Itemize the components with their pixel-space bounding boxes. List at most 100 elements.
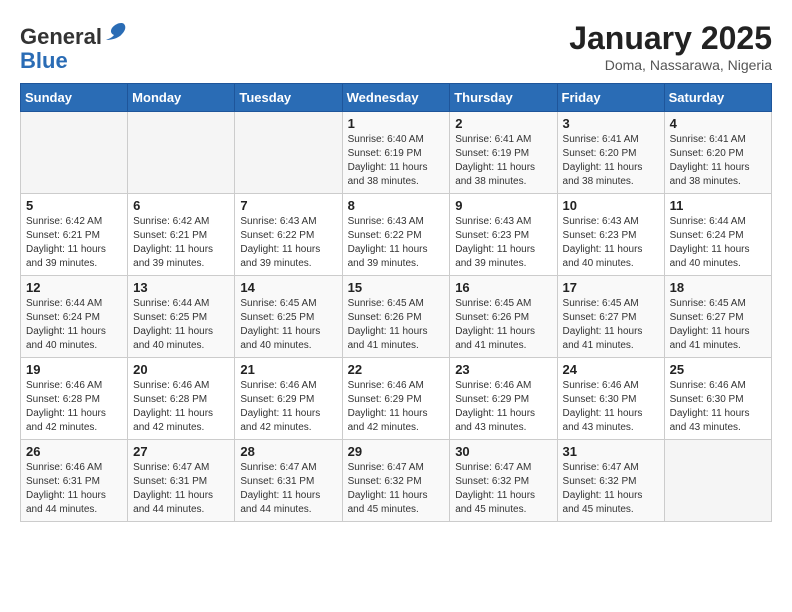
- calendar-cell: 18 Sunrise: 6:45 AMSunset: 6:27 PMDaylig…: [664, 276, 771, 358]
- title-block: January 2025 Doma, Nassarawa, Nigeria: [569, 20, 772, 73]
- day-number: 13: [133, 280, 229, 295]
- day-number: 30: [455, 444, 551, 459]
- location: Doma, Nassarawa, Nigeria: [569, 57, 772, 73]
- day-info: Sunrise: 6:46 AMSunset: 6:28 PMDaylight:…: [133, 380, 213, 433]
- day-number: 27: [133, 444, 229, 459]
- week-row-3: 12 Sunrise: 6:44 AMSunset: 6:24 PMDaylig…: [21, 276, 772, 358]
- calendar-cell: 1 Sunrise: 6:40 AMSunset: 6:19 PMDayligh…: [342, 112, 450, 194]
- day-info: Sunrise: 6:46 AMSunset: 6:30 PMDaylight:…: [563, 380, 643, 433]
- calendar-cell: 22 Sunrise: 6:46 AMSunset: 6:29 PMDaylig…: [342, 358, 450, 440]
- calendar-cell: 29 Sunrise: 6:47 AMSunset: 6:32 PMDaylig…: [342, 440, 450, 522]
- day-number: 14: [240, 280, 336, 295]
- day-number: 1: [348, 116, 445, 131]
- day-info: Sunrise: 6:46 AMSunset: 6:30 PMDaylight:…: [670, 380, 750, 433]
- day-number: 5: [26, 198, 122, 213]
- day-info: Sunrise: 6:42 AMSunset: 6:21 PMDaylight:…: [26, 216, 106, 269]
- day-info: Sunrise: 6:42 AMSunset: 6:21 PMDaylight:…: [133, 216, 213, 269]
- day-number: 25: [670, 362, 766, 377]
- day-number: 21: [240, 362, 336, 377]
- day-info: Sunrise: 6:41 AMSunset: 6:20 PMDaylight:…: [563, 134, 643, 187]
- calendar-cell: 13 Sunrise: 6:44 AMSunset: 6:25 PMDaylig…: [128, 276, 235, 358]
- calendar-cell: 23 Sunrise: 6:46 AMSunset: 6:29 PMDaylig…: [450, 358, 557, 440]
- day-number: 7: [240, 198, 336, 213]
- day-number: 20: [133, 362, 229, 377]
- day-info: Sunrise: 6:47 AMSunset: 6:31 PMDaylight:…: [133, 462, 213, 515]
- logo-bird-icon: [104, 20, 128, 44]
- week-row-5: 26 Sunrise: 6:46 AMSunset: 6:31 PMDaylig…: [21, 440, 772, 522]
- calendar-cell: 12 Sunrise: 6:44 AMSunset: 6:24 PMDaylig…: [21, 276, 128, 358]
- day-info: Sunrise: 6:47 AMSunset: 6:32 PMDaylight:…: [563, 462, 643, 515]
- day-info: Sunrise: 6:45 AMSunset: 6:27 PMDaylight:…: [563, 298, 643, 351]
- calendar-cell: 19 Sunrise: 6:46 AMSunset: 6:28 PMDaylig…: [21, 358, 128, 440]
- calendar-cell: 16 Sunrise: 6:45 AMSunset: 6:26 PMDaylig…: [450, 276, 557, 358]
- weekday-header-friday: Friday: [557, 84, 664, 112]
- week-row-2: 5 Sunrise: 6:42 AMSunset: 6:21 PMDayligh…: [21, 194, 772, 276]
- calendar-table: SundayMondayTuesdayWednesdayThursdayFrid…: [20, 83, 772, 522]
- weekday-header-saturday: Saturday: [664, 84, 771, 112]
- day-info: Sunrise: 6:47 AMSunset: 6:31 PMDaylight:…: [240, 462, 320, 515]
- calendar-cell: 28 Sunrise: 6:47 AMSunset: 6:31 PMDaylig…: [235, 440, 342, 522]
- day-number: 3: [563, 116, 659, 131]
- calendar-cell: 10 Sunrise: 6:43 AMSunset: 6:23 PMDaylig…: [557, 194, 664, 276]
- weekday-header-row: SundayMondayTuesdayWednesdayThursdayFrid…: [21, 84, 772, 112]
- weekday-header-sunday: Sunday: [21, 84, 128, 112]
- day-info: Sunrise: 6:45 AMSunset: 6:25 PMDaylight:…: [240, 298, 320, 351]
- calendar-cell: 5 Sunrise: 6:42 AMSunset: 6:21 PMDayligh…: [21, 194, 128, 276]
- day-info: Sunrise: 6:43 AMSunset: 6:22 PMDaylight:…: [240, 216, 320, 269]
- day-number: 11: [670, 198, 766, 213]
- day-info: Sunrise: 6:41 AMSunset: 6:20 PMDaylight:…: [670, 134, 750, 187]
- day-number: 31: [563, 444, 659, 459]
- day-info: Sunrise: 6:46 AMSunset: 6:29 PMDaylight:…: [455, 380, 535, 433]
- calendar-cell: [664, 440, 771, 522]
- calendar-cell: 25 Sunrise: 6:46 AMSunset: 6:30 PMDaylig…: [664, 358, 771, 440]
- logo-blue: Blue: [20, 48, 68, 73]
- calendar-cell: 21 Sunrise: 6:46 AMSunset: 6:29 PMDaylig…: [235, 358, 342, 440]
- day-info: Sunrise: 6:45 AMSunset: 6:26 PMDaylight:…: [455, 298, 535, 351]
- calendar-cell: 30 Sunrise: 6:47 AMSunset: 6:32 PMDaylig…: [450, 440, 557, 522]
- day-info: Sunrise: 6:44 AMSunset: 6:25 PMDaylight:…: [133, 298, 213, 351]
- day-number: 26: [26, 444, 122, 459]
- calendar-cell: 17 Sunrise: 6:45 AMSunset: 6:27 PMDaylig…: [557, 276, 664, 358]
- week-row-1: 1 Sunrise: 6:40 AMSunset: 6:19 PMDayligh…: [21, 112, 772, 194]
- day-info: Sunrise: 6:45 AMSunset: 6:27 PMDaylight:…: [670, 298, 750, 351]
- calendar-cell: 2 Sunrise: 6:41 AMSunset: 6:19 PMDayligh…: [450, 112, 557, 194]
- day-info: Sunrise: 6:47 AMSunset: 6:32 PMDaylight:…: [348, 462, 428, 515]
- day-number: 28: [240, 444, 336, 459]
- day-number: 10: [563, 198, 659, 213]
- weekday-header-monday: Monday: [128, 84, 235, 112]
- day-info: Sunrise: 6:46 AMSunset: 6:29 PMDaylight:…: [240, 380, 320, 433]
- day-number: 17: [563, 280, 659, 295]
- calendar-cell: 3 Sunrise: 6:41 AMSunset: 6:20 PMDayligh…: [557, 112, 664, 194]
- day-number: 22: [348, 362, 445, 377]
- calendar-cell: 6 Sunrise: 6:42 AMSunset: 6:21 PMDayligh…: [128, 194, 235, 276]
- weekday-header-wednesday: Wednesday: [342, 84, 450, 112]
- day-info: Sunrise: 6:45 AMSunset: 6:26 PMDaylight:…: [348, 298, 428, 351]
- calendar-cell: 26 Sunrise: 6:46 AMSunset: 6:31 PMDaylig…: [21, 440, 128, 522]
- day-info: Sunrise: 6:40 AMSunset: 6:19 PMDaylight:…: [348, 134, 428, 187]
- calendar-cell: 15 Sunrise: 6:45 AMSunset: 6:26 PMDaylig…: [342, 276, 450, 358]
- calendar-cell: 8 Sunrise: 6:43 AMSunset: 6:22 PMDayligh…: [342, 194, 450, 276]
- day-info: Sunrise: 6:47 AMSunset: 6:32 PMDaylight:…: [455, 462, 535, 515]
- day-number: 12: [26, 280, 122, 295]
- month-title: January 2025: [569, 20, 772, 57]
- day-info: Sunrise: 6:43 AMSunset: 6:22 PMDaylight:…: [348, 216, 428, 269]
- calendar-cell: [128, 112, 235, 194]
- day-info: Sunrise: 6:41 AMSunset: 6:19 PMDaylight:…: [455, 134, 535, 187]
- logo: General Blue: [20, 20, 128, 73]
- weekday-header-thursday: Thursday: [450, 84, 557, 112]
- day-number: 16: [455, 280, 551, 295]
- calendar-cell: 7 Sunrise: 6:43 AMSunset: 6:22 PMDayligh…: [235, 194, 342, 276]
- calendar-cell: [21, 112, 128, 194]
- calendar-cell: 24 Sunrise: 6:46 AMSunset: 6:30 PMDaylig…: [557, 358, 664, 440]
- day-info: Sunrise: 6:46 AMSunset: 6:28 PMDaylight:…: [26, 380, 106, 433]
- day-number: 15: [348, 280, 445, 295]
- calendar-cell: 4 Sunrise: 6:41 AMSunset: 6:20 PMDayligh…: [664, 112, 771, 194]
- page-header: General Blue January 2025 Doma, Nassaraw…: [20, 20, 772, 73]
- calendar-cell: 14 Sunrise: 6:45 AMSunset: 6:25 PMDaylig…: [235, 276, 342, 358]
- day-info: Sunrise: 6:46 AMSunset: 6:31 PMDaylight:…: [26, 462, 106, 515]
- day-info: Sunrise: 6:43 AMSunset: 6:23 PMDaylight:…: [563, 216, 643, 269]
- calendar-cell: 27 Sunrise: 6:47 AMSunset: 6:31 PMDaylig…: [128, 440, 235, 522]
- day-info: Sunrise: 6:44 AMSunset: 6:24 PMDaylight:…: [26, 298, 106, 351]
- calendar-cell: [235, 112, 342, 194]
- day-number: 18: [670, 280, 766, 295]
